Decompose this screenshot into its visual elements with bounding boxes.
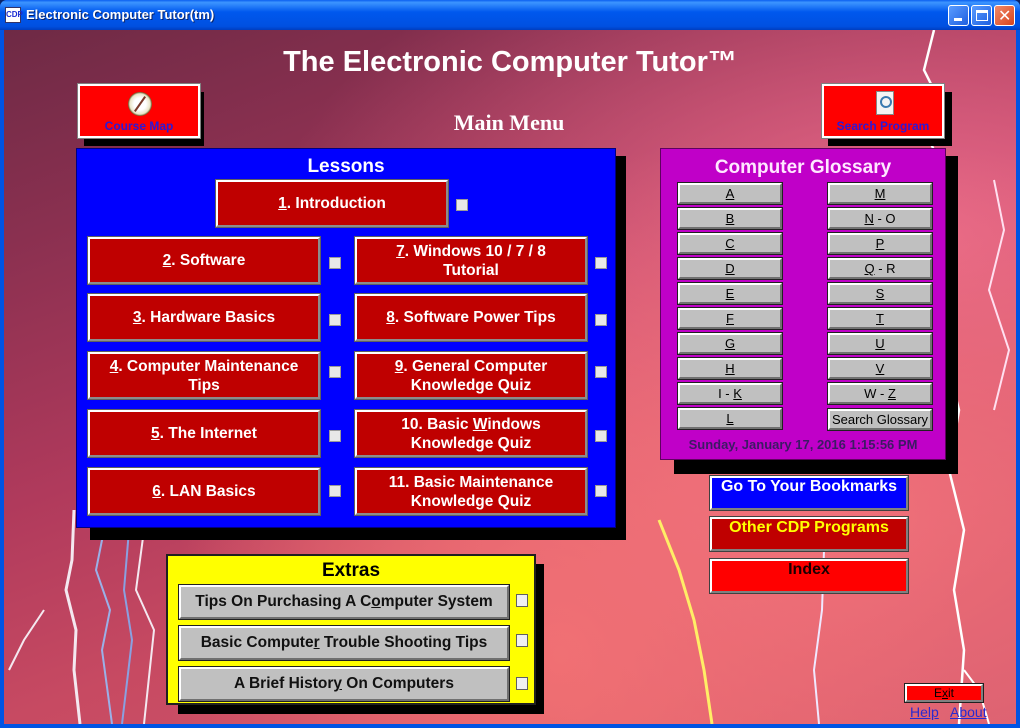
- glossary-c-button[interactable]: C: [677, 232, 783, 255]
- help-link[interactable]: Help: [910, 704, 939, 720]
- glossary-w-z-button[interactable]: W - Z: [827, 382, 933, 405]
- course-map-label: Course Map: [104, 119, 174, 133]
- close-icon: ✕: [998, 6, 1012, 25]
- lesson-10-button[interactable]: 10. Basic Windows Knowledge Quiz: [354, 409, 588, 458]
- compass-icon: [128, 92, 152, 116]
- glossary-s-button[interactable]: S: [827, 282, 933, 305]
- glossary-t-button[interactable]: T: [827, 307, 933, 330]
- bookmarks-button[interactable]: Go To Your Bookmarks: [709, 475, 909, 511]
- lesson-3-checkbox[interactable]: [329, 314, 341, 326]
- lesson-6-checkbox[interactable]: [329, 485, 341, 497]
- lesson-label: 11. Basic Maintenance Knowledge Quiz: [388, 473, 554, 510]
- lesson-label: 9. General Computer Knowledge Quiz: [394, 357, 548, 394]
- exit-button[interactable]: Exit: [904, 683, 984, 703]
- lightning-bolt: [94, 529, 113, 724]
- lesson-9-checkbox[interactable]: [595, 366, 607, 378]
- maximize-button[interactable]: [971, 5, 992, 26]
- lesson-9-button[interactable]: 9. General Computer Knowledge Quiz: [354, 351, 588, 400]
- lesson-5-button[interactable]: 5. The Internet: [87, 409, 321, 458]
- other-cdp-programs-button[interactable]: Other CDP Programs: [709, 516, 909, 552]
- app-title-heading: The Electronic Computer Tutor™: [283, 46, 737, 78]
- lesson-4-checkbox[interactable]: [329, 366, 341, 378]
- glossary-panel: Computer Glossary ABCDEFGHI - KL MN - OP…: [660, 148, 946, 460]
- lesson-11-button[interactable]: 11. Basic Maintenance Knowledge Quiz: [354, 467, 588, 516]
- extras-heading: Extras: [321, 560, 381, 581]
- lesson-label: 3. Hardware Basics: [132, 309, 276, 326]
- search-glossary-button[interactable]: Search Glossary: [827, 408, 933, 431]
- app-icon[interactable]: CDP: [5, 7, 23, 23]
- lesson-1-checkbox[interactable]: [456, 199, 468, 211]
- glossary-u-button[interactable]: U: [827, 332, 933, 355]
- glossary-h-button[interactable]: H: [677, 357, 783, 380]
- maximize-icon: [976, 10, 988, 21]
- about-link[interactable]: About: [950, 704, 987, 720]
- lesson-7-button[interactable]: 7. Windows 10 / 7 / 8 Tutorial: [354, 236, 588, 285]
- glossary-f-button[interactable]: F: [677, 307, 783, 330]
- lesson-2-checkbox[interactable]: [329, 257, 341, 269]
- lesson-8-checkbox[interactable]: [595, 314, 607, 326]
- minimize-button[interactable]: [948, 5, 969, 26]
- lesson-1-button[interactable]: 1. Introduction: [215, 179, 449, 228]
- index-button[interactable]: Index: [709, 558, 909, 594]
- glossary-l-button[interactable]: L: [677, 407, 783, 430]
- minimize-icon: [954, 18, 962, 21]
- lightning-bolt: [657, 519, 714, 724]
- lesson-10-checkbox[interactable]: [595, 430, 607, 442]
- lesson-label: 6. LAN Basics: [152, 483, 256, 500]
- extras-troubleshooting-tips-checkbox[interactable]: [516, 634, 528, 647]
- extras-history-button[interactable]: A Brief History On Computers: [178, 666, 510, 702]
- glossary-i-k-button[interactable]: I - K: [677, 382, 783, 405]
- lightning-bolt: [64, 509, 82, 724]
- glossary-q-r-button[interactable]: Q - R: [827, 257, 933, 280]
- glossary-heading: Computer Glossary: [714, 157, 892, 178]
- glossary-b-button[interactable]: B: [677, 207, 783, 230]
- glossary-a-button[interactable]: A: [677, 182, 783, 205]
- extras-panel: Extras Tips On Purchasing A Computer Sys…: [166, 554, 536, 705]
- lightning-bolt: [987, 179, 1011, 411]
- lesson-label: 7. Windows 10 / 7 / 8 Tutorial: [396, 242, 546, 279]
- title-bar[interactable]: CDP Electronic Computer Tutor(tm) ✕: [0, 0, 1020, 30]
- main-menu-heading: Main Menu: [453, 110, 565, 135]
- lesson-3-button[interactable]: 3. Hardware Basics: [87, 293, 321, 342]
- extras-history-checkbox[interactable]: [516, 677, 528, 690]
- glossary-p-button[interactable]: P: [827, 232, 933, 255]
- search-program-label: Search Program: [836, 119, 930, 133]
- lessons-heading: Lessons: [307, 156, 385, 177]
- extras-purchasing-tips-button[interactable]: Tips On Purchasing A Computer System: [178, 584, 510, 620]
- glossary-g-button[interactable]: G: [677, 332, 783, 355]
- lesson-label: 2. Software: [162, 252, 246, 269]
- lessons-panel: Lessons 1. Introduction 2. Software 3. H…: [76, 148, 616, 528]
- glossary-v-button[interactable]: V: [827, 357, 933, 380]
- current-datetime: Sunday, January 17, 2016 1:15:56 PM: [688, 437, 918, 452]
- lesson-label: 8. Software Power Tips: [386, 309, 556, 326]
- lesson-7-checkbox[interactable]: [595, 257, 607, 269]
- lightning-bolt: [121, 529, 134, 724]
- lesson-label: 10. Basic Windows Knowledge Quiz: [401, 415, 541, 452]
- glossary-e-button[interactable]: E: [677, 282, 783, 305]
- search-document-icon: [876, 91, 894, 115]
- lesson-6-button[interactable]: 6. LAN Basics: [87, 467, 321, 516]
- window-title: Electronic Computer Tutor(tm): [26, 7, 215, 22]
- lesson-label: 5. The Internet: [151, 425, 257, 442]
- extras-troubleshooting-tips-button[interactable]: Basic Computer Trouble Shooting Tips: [178, 625, 510, 661]
- lesson-11-checkbox[interactable]: [595, 485, 607, 497]
- main-menu-area: The Electronic Computer Tutor™ Main Menu…: [4, 30, 1016, 724]
- lesson-5-checkbox[interactable]: [329, 430, 341, 442]
- course-map-button[interactable]: Course Map: [77, 83, 201, 139]
- glossary-d-button[interactable]: D: [677, 257, 783, 280]
- extras-purchasing-tips-checkbox[interactable]: [516, 594, 528, 607]
- lesson-2-button[interactable]: 2. Software: [87, 236, 321, 285]
- lightning-bolt: [134, 529, 156, 724]
- lesson-label: 4. Computer Maintenance Tips: [109, 357, 299, 394]
- close-button[interactable]: ✕: [994, 5, 1015, 26]
- search-program-button[interactable]: Search Program: [821, 83, 945, 139]
- glossary-n-o-button[interactable]: N - O: [827, 207, 933, 230]
- app-window: CDP Electronic Computer Tutor(tm) ✕ The …: [0, 0, 1020, 728]
- glossary-m-button[interactable]: M: [827, 182, 933, 205]
- lesson-4-button[interactable]: 4. Computer Maintenance Tips: [87, 351, 321, 400]
- lesson-label: 1. Introduction: [278, 195, 386, 212]
- lightning-bolt: [8, 609, 45, 671]
- lesson-8-button[interactable]: 8. Software Power Tips: [354, 293, 588, 342]
